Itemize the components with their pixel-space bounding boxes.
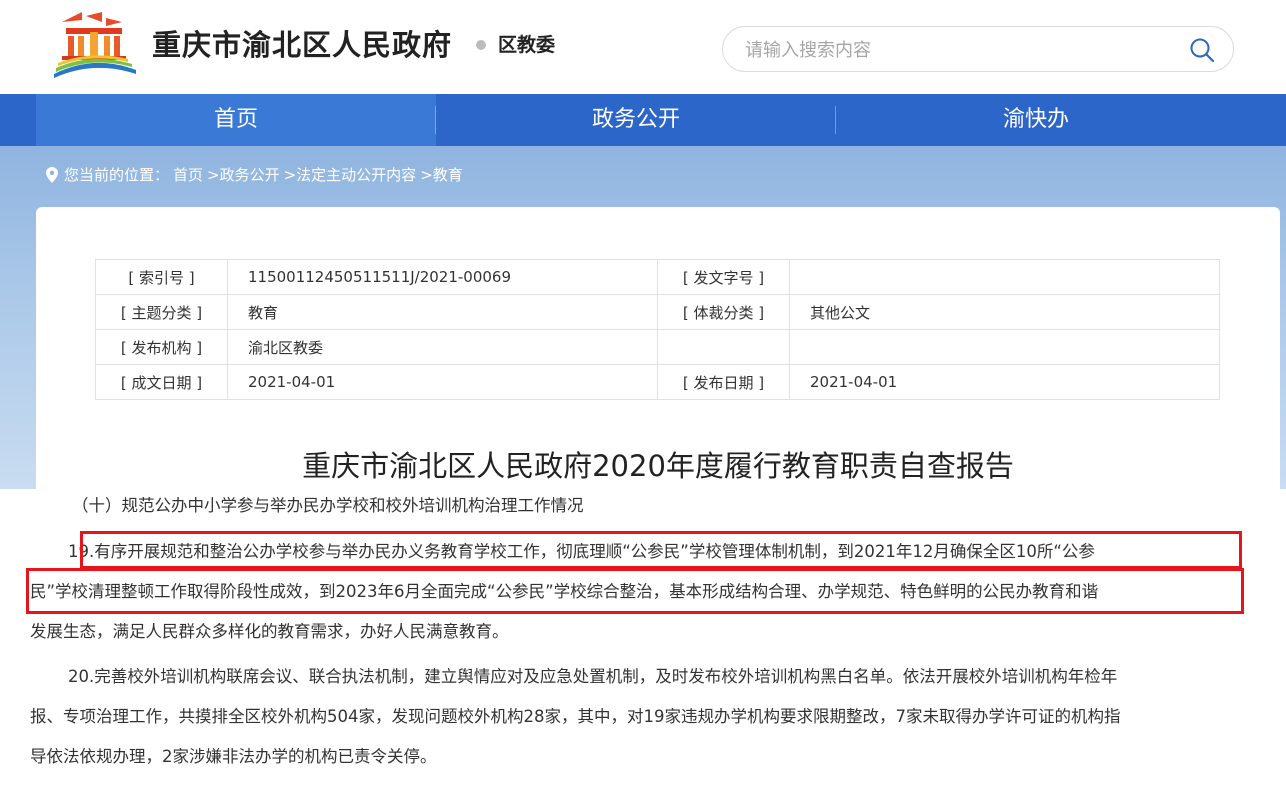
meta-key: [ 发布机构 ]: [95, 329, 228, 365]
separator-dot: [476, 40, 486, 50]
site-header: 重庆市渝北区人民政府 区教委: [0, 0, 1286, 94]
table-row: [ 主题分类 ] 教育 [ 体裁分类 ] 其他公文: [95, 294, 1220, 330]
meta-value: 教育: [227, 294, 658, 330]
paragraph-line: 20.完善校外培训机构联席会议、联合执法机制，建立舆情应对及应急处置机制，及时发…: [68, 667, 1118, 686]
nav-item-home[interactable]: 首页: [36, 94, 436, 146]
meta-key: [ 发布日期 ]: [657, 364, 790, 400]
breadcrumb-mandatory-disclosure[interactable]: >法定主动公开内容: [284, 166, 417, 184]
paragraph-line: 发展生态，满足人民群众多样化的教育需求，办好人民满意教育。: [30, 622, 509, 641]
table-row: [ 发布机构 ] 渝北区教委: [95, 329, 1220, 365]
meta-value: [789, 329, 1220, 365]
section-heading: （十）规范公办中小学参与举办民办学校和校外培训机构治理工作情况: [72, 496, 584, 515]
main-nav: 首页 政务公开 渝快办: [0, 94, 1286, 146]
highlight-box-line2: [26, 568, 1244, 614]
nav-item-yukuaiban[interactable]: 渝快办: [836, 94, 1236, 146]
paragraph-line: 报、专项治理工作，共摸排全区校外机构504家，发现问题校外机构28家，其中，对1…: [30, 707, 1121, 726]
meta-value: 其他公文: [789, 294, 1220, 330]
meta-key: [ 成文日期 ]: [95, 364, 228, 400]
table-row: [ 索引号 ] 11500112450511511J/2021-00069 [ …: [95, 259, 1220, 295]
document-title: 重庆市渝北区人民政府2020年度履行教育职责自查报告: [302, 449, 1014, 483]
meta-value: [789, 259, 1220, 295]
breadcrumb-prefix: 您当前的位置：: [64, 166, 170, 184]
meta-key: [ 索引号 ]: [95, 259, 228, 295]
paragraph-20: 20.完善校外培训机构联席会议、联合执法机制，建立舆情应对及应急处置机制，及时发…: [30, 657, 1245, 777]
breadcrumb-government-affairs[interactable]: >政务公开: [207, 166, 280, 184]
paragraph-line: 导依法依规办理，2家涉嫌非法办学的机构已责令关停。: [30, 747, 437, 766]
meta-value: 11500112450511511J/2021-00069: [227, 259, 658, 295]
meta-key: [657, 329, 790, 365]
table-row: [ 成文日期 ] 2021-04-01 [ 发布日期 ] 2021-04-01: [95, 364, 1220, 400]
location-pin-icon: [46, 167, 58, 183]
government-building-logo[interactable]: [52, 12, 138, 80]
department-name[interactable]: 区教委: [498, 30, 555, 57]
meta-value: 2021-04-01: [789, 364, 1220, 400]
search-box: [722, 26, 1234, 72]
meta-key: [ 发文字号 ]: [657, 259, 790, 295]
breadcrumb: 您当前的位置： 首页 >政务公开 >法定主动公开内容 >教育: [46, 164, 467, 185]
search-icon[interactable]: [1189, 37, 1215, 63]
breadcrumb-education[interactable]: >教育: [420, 166, 463, 184]
meta-value: 2021-04-01: [227, 364, 658, 400]
meta-key: [ 体裁分类 ]: [657, 294, 790, 330]
site-title[interactable]: 重庆市渝北区人民政府: [152, 22, 452, 64]
search-input[interactable]: [743, 36, 1167, 64]
document-meta-table: [ 索引号 ] 11500112450511511J/2021-00069 [ …: [95, 259, 1220, 400]
meta-key: [ 主题分类 ]: [95, 294, 228, 330]
highlight-box-line1: [80, 531, 1242, 569]
nav-item-government-affairs[interactable]: 政务公开: [436, 94, 836, 146]
meta-value: 渝北区教委: [227, 329, 658, 365]
breadcrumb-home[interactable]: 首页: [173, 166, 203, 184]
